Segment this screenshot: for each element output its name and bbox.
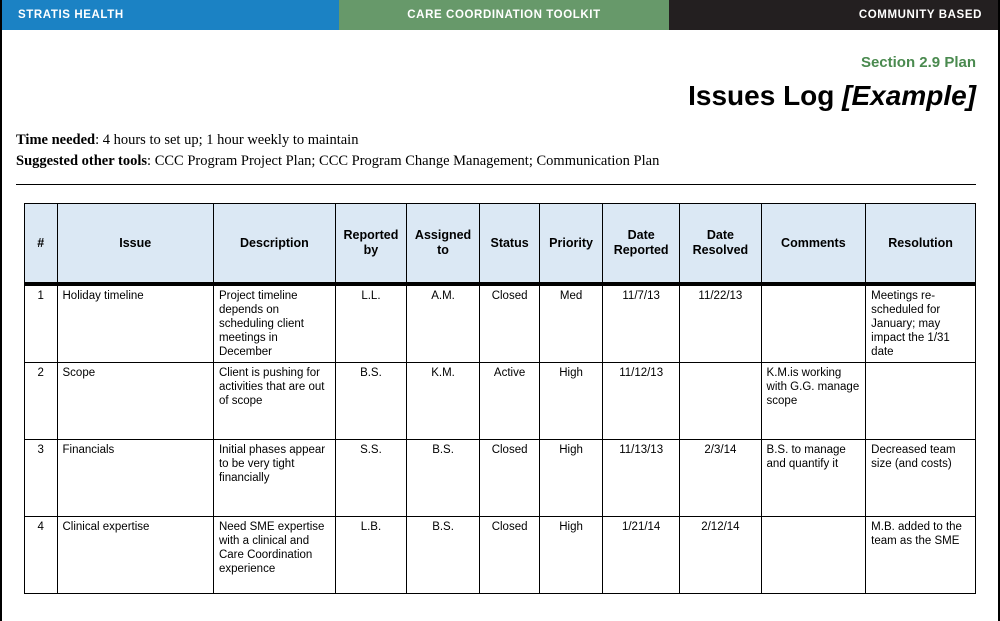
cell-date-reported: 11/7/13	[602, 283, 681, 364]
col-header-assigned-to: Assigned to	[405, 203, 481, 287]
cell-date-resolved	[679, 362, 762, 441]
table-row: 4 Clinical expertise Need SME expertise …	[24, 516, 976, 595]
cell-resolution: M.B. added to the team as the SME	[865, 516, 976, 595]
issues-table-header: # Issue Description Reported by Assigned…	[24, 203, 976, 287]
section-label: Section 2.9 Plan	[860, 54, 976, 71]
meta-block: Time needed: 4 hours to set up; 1 hour w…	[16, 130, 976, 174]
cell-resolution	[865, 362, 976, 441]
col-header-resolution: Resolution	[865, 203, 976, 287]
col-header-priority: Priority	[539, 203, 604, 287]
col-header-date-reported: Date Reported	[602, 203, 681, 287]
table-row: 2 Scope Client is pushing for activities…	[24, 362, 976, 441]
issues-table-body: 1 Holiday timeline Project timeline depe…	[24, 283, 976, 595]
cell-assigned-to: B.S.	[405, 439, 481, 518]
meta-time-needed: Time needed: 4 hours to set up; 1 hour w…	[16, 130, 976, 152]
cell-number: 4	[24, 516, 58, 595]
cell-assigned-to: A.M.	[405, 283, 481, 364]
cell-resolution: Meetings re-scheduled for January; may i…	[865, 283, 976, 364]
cell-comments	[760, 283, 867, 364]
cell-priority: High	[539, 362, 604, 441]
col-header-reported-by: Reported by	[334, 203, 407, 287]
cell-reported-by: L.L.	[334, 283, 407, 364]
meta-suggested-tools: Suggested other tools: CCC Program Proje…	[16, 151, 976, 173]
cell-comments: K.M.is working with G.G. manage scope	[760, 362, 867, 441]
col-header-date-resolved: Date Resolved	[679, 203, 762, 287]
meta-time-needed-label: Time needed	[16, 131, 96, 148]
cell-issue: Clinical expertise	[56, 516, 214, 595]
cell-date-reported: 11/12/13	[602, 362, 681, 441]
cell-priority: Med	[539, 283, 604, 364]
cell-priority: High	[539, 439, 604, 518]
col-header-issue: Issue	[56, 203, 214, 287]
cell-reported-by: S.S.	[334, 439, 407, 518]
title-block: Section 2.9 Plan Issues Log [Example]	[2, 33, 998, 112]
cell-issue: Holiday timeline	[56, 283, 214, 364]
banner-audience-label: COMMUNITY BASED	[858, 9, 982, 21]
page-title-main: Issues Log	[688, 79, 843, 111]
meta-time-needed-value: : 4 hours to set up; 1 hour weekly to ma…	[95, 131, 359, 148]
page-title-example: [Example]	[842, 79, 976, 111]
table-row: 3 Financials Initial phases appear to be…	[24, 439, 976, 518]
top-banner: STRATIS HEALTH CARE COORDINATION TOOLKIT…	[2, 0, 998, 33]
page-title: Issues Log [Example]	[24, 80, 976, 112]
banner-brand: STRATIS HEALTH	[2, 0, 339, 30]
cell-date-reported: 11/13/13	[602, 439, 681, 518]
cell-issue: Financials	[56, 439, 214, 518]
cell-comments: B.S. to manage and quantify it	[760, 439, 867, 518]
cell-description: Client is pushing for activities that ar…	[212, 362, 336, 441]
issues-table-wrap: # Issue Description Reported by Assigned…	[24, 203, 976, 595]
cell-status: Closed	[479, 516, 541, 595]
document-page: STRATIS HEALTH CARE COORDINATION TOOLKIT…	[0, 0, 1000, 621]
cell-assigned-to: B.S.	[405, 516, 481, 595]
cell-number: 3	[24, 439, 58, 518]
cell-status: Closed	[479, 439, 541, 518]
cell-reported-by: B.S.	[334, 362, 407, 441]
cell-description: Need SME expertise with a clinical and C…	[212, 516, 336, 595]
cell-description: Project timeline depends on scheduling c…	[212, 283, 336, 364]
cell-date-resolved: 11/22/13	[679, 283, 762, 364]
banner-toolkit: CARE COORDINATION TOOLKIT	[339, 0, 669, 30]
cell-description: Initial phases appear to be very tight f…	[212, 439, 336, 518]
cell-resolution: Decreased team size (and costs)	[865, 439, 976, 518]
cell-reported-by: L.B.	[334, 516, 407, 595]
banner-brand-label: STRATIS HEALTH	[18, 9, 124, 21]
cell-number: 2	[24, 362, 58, 441]
cell-issue: Scope	[56, 362, 214, 441]
col-header-number: #	[24, 203, 58, 287]
horizontal-rule	[16, 184, 976, 186]
meta-suggested-tools-label: Suggested other tools	[16, 153, 148, 170]
cell-date-resolved: 2/3/14	[679, 439, 762, 518]
banner-audience: COMMUNITY BASED	[669, 0, 998, 30]
cell-number: 1	[24, 283, 58, 364]
cell-date-reported: 1/21/14	[602, 516, 681, 595]
cell-status: Active	[479, 362, 541, 441]
table-header-row: # Issue Description Reported by Assigned…	[24, 203, 976, 287]
banner-toolkit-label: CARE COORDINATION TOOLKIT	[407, 9, 601, 21]
col-header-comments: Comments	[760, 203, 867, 287]
table-row: 1 Holiday timeline Project timeline depe…	[24, 283, 976, 364]
cell-status: Closed	[479, 283, 541, 364]
col-header-description: Description	[212, 203, 336, 287]
cell-comments	[760, 516, 867, 595]
meta-suggested-tools-value: : CCC Program Project Plan; CCC Program …	[147, 153, 660, 170]
cell-date-resolved: 2/12/14	[679, 516, 762, 595]
cell-assigned-to: K.M.	[405, 362, 481, 441]
issues-table: # Issue Description Reported by Assigned…	[24, 203, 976, 595]
col-header-status: Status	[479, 203, 541, 287]
cell-priority: High	[539, 516, 604, 595]
